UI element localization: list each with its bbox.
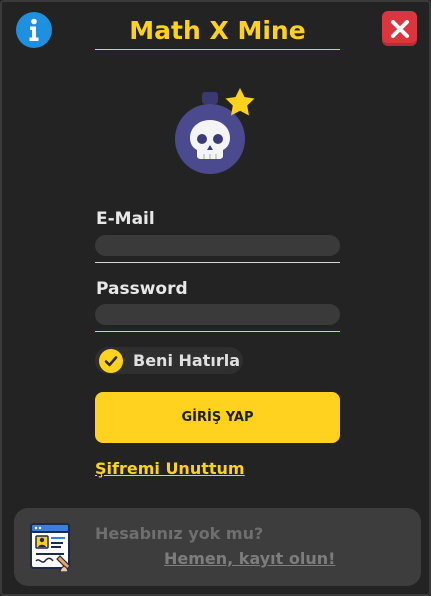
register-card: Hesabınız yok mu? Hemen, kayıt olun!	[14, 508, 421, 586]
password-label: Password	[96, 279, 188, 299]
close-button[interactable]	[382, 11, 417, 46]
checkmark-icon[interactable]	[99, 348, 123, 373]
forgot-password-link[interactable]: Şifremi Unuttum	[95, 459, 245, 478]
email-underline	[95, 262, 340, 263]
skull-bomb-icon	[175, 88, 255, 174]
no-account-text: Hesabınız yok mu?	[95, 524, 264, 543]
info-icon	[17, 13, 51, 47]
registration-form-icon	[30, 523, 71, 572]
login-button[interactable]: GİRİŞ YAP	[95, 392, 340, 443]
email-field[interactable]	[95, 235, 340, 256]
remember-me-toggle[interactable]: Beni Hatırla	[95, 347, 243, 374]
title-divider	[95, 49, 340, 50]
register-link[interactable]: Hemen, kayıt olun!	[164, 549, 335, 568]
close-icon	[390, 19, 409, 38]
remember-me-label: Beni Hatırla	[133, 351, 240, 370]
password-underline	[95, 331, 340, 332]
info-button[interactable]	[16, 12, 52, 48]
email-label: E-Mail	[96, 209, 155, 229]
password-field[interactable]	[95, 304, 340, 325]
app-title: Math X Mine	[129, 16, 306, 45]
login-window: Math X Mine E-Mail Password Beni Hatırla…	[0, 0, 431, 596]
